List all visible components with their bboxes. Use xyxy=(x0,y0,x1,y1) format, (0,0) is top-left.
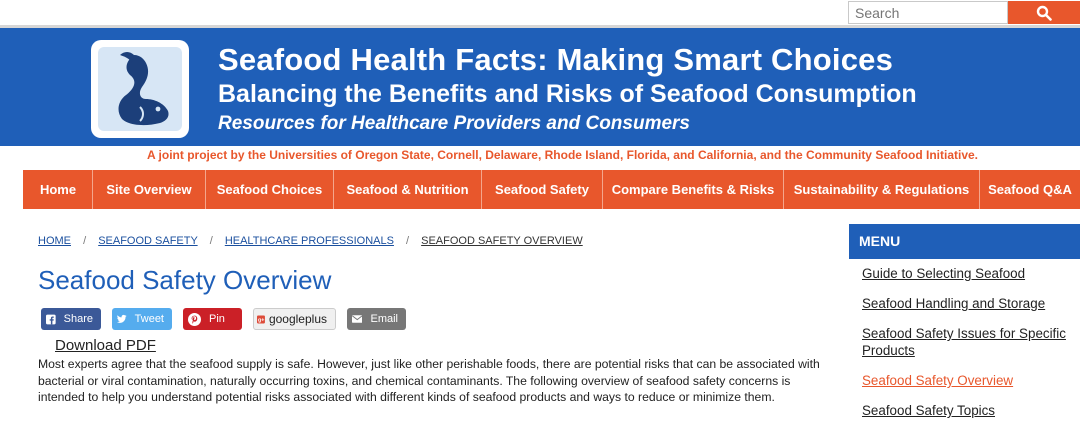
pinterest-icon xyxy=(188,312,201,326)
site-subtitle: Balancing the Benefits and Risks of Seaf… xyxy=(218,80,917,108)
nav-item-seafood-nutrition[interactable]: Seafood & Nutrition xyxy=(334,170,482,209)
site-title: Seafood Health Facts: Making Smart Choic… xyxy=(218,42,894,77)
sidebar-item-guide-selecting-seafood[interactable]: Guide to Selecting Seafood xyxy=(862,266,1025,281)
search-icon xyxy=(1036,5,1052,21)
sidebar-item: Seafood Safety Topics xyxy=(862,402,1076,419)
sidebar-item: Seafood Handling and Storage xyxy=(862,295,1076,312)
svg-text:g+: g+ xyxy=(258,317,264,323)
sidebar-item-specific-products[interactable]: Seafood Safety Issues for Specific Produ… xyxy=(862,326,1066,358)
search-form xyxy=(848,1,1080,24)
sidebar-menu: Guide to Selecting Seafood Seafood Handl… xyxy=(862,265,1076,432)
main-nav: Home Site Overview Seafood Choices Seafo… xyxy=(0,170,1080,209)
pinterest-share-label: Pin xyxy=(209,313,225,325)
nav-item-seafood-choices[interactable]: Seafood Choices xyxy=(206,170,334,209)
nav-item-compare-benefits-risks[interactable]: Compare Benefits & Risks xyxy=(603,170,784,209)
site-tagline: Resources for Healthcare Providers and C… xyxy=(218,113,691,134)
nav-item-seafood-safety[interactable]: Seafood Safety xyxy=(482,170,603,209)
nav-item-sustainability-regulations[interactable]: Sustainability & Regulations xyxy=(784,170,980,209)
breadcrumb-seafood-safety[interactable]: SEAFOOD SAFETY xyxy=(98,235,197,247)
breadcrumb-separator: / xyxy=(83,235,87,247)
fish-logo-icon xyxy=(98,47,182,131)
twitter-share-label: Tweet xyxy=(134,313,164,325)
page-title: Seafood Safety Overview xyxy=(38,265,332,295)
nav-item-site-overview[interactable]: Site Overview xyxy=(93,170,206,209)
nav-item-seafood-qa[interactable]: Seafood Q&A xyxy=(980,170,1080,209)
breadcrumb-separator: / xyxy=(209,235,213,247)
share-buttons: Share Tweet Pin g+ googleplus Email xyxy=(41,308,417,330)
breadcrumb-current: SEAFOOD SAFETY OVERVIEW xyxy=(421,235,583,247)
top-bar xyxy=(0,0,1080,26)
envelope-icon xyxy=(352,315,363,323)
sidebar-item: Seafood Safety Issues for Specific Produ… xyxy=(862,325,1076,359)
breadcrumb-healthcare-professionals[interactable]: HEALTHCARE PROFESSIONALS xyxy=(225,235,394,247)
search-input[interactable] xyxy=(848,1,1008,24)
download-pdf-link[interactable]: Download PDF xyxy=(55,337,156,354)
sidebar-item-safety-topics[interactable]: Seafood Safety Topics xyxy=(862,403,995,418)
site-logo[interactable] xyxy=(91,40,189,138)
facebook-share-label: Share xyxy=(63,313,93,325)
sidebar-item-safety-overview[interactable]: Seafood Safety Overview xyxy=(862,373,1013,388)
intro-paragraph: Most experts agree that the seafood supp… xyxy=(38,357,820,405)
breadcrumb-home[interactable]: HOME xyxy=(38,235,71,247)
header-banner: Seafood Health Facts: Making Smart Choic… xyxy=(0,25,1080,146)
googleplus-icon: g+ xyxy=(257,315,265,323)
twitter-share-button[interactable]: Tweet xyxy=(112,308,172,330)
email-share-button[interactable]: Email xyxy=(347,308,406,330)
nav-item-home[interactable]: Home xyxy=(24,170,93,209)
nav-spacer xyxy=(0,170,24,209)
sidebar-item-handling-storage[interactable]: Seafood Handling and Storage xyxy=(862,296,1045,311)
sidebar-menu-heading: MENU xyxy=(849,224,1080,259)
facebook-share-button[interactable]: Share xyxy=(41,308,101,330)
search-button[interactable] xyxy=(1008,1,1080,24)
breadcrumb-separator: / xyxy=(406,235,410,247)
googleplus-share-button[interactable]: g+ googleplus xyxy=(253,308,336,330)
googleplus-share-label: googleplus xyxy=(268,312,327,326)
sidebar-item: Seafood Safety Overview xyxy=(862,372,1076,389)
facebook-icon xyxy=(46,314,56,324)
email-share-label: Email xyxy=(370,313,398,325)
project-notice: A joint project by the Universities of O… xyxy=(146,148,979,162)
breadcrumb: HOME / SEAFOOD SAFETY / HEALTHCARE PROFE… xyxy=(38,235,583,247)
sidebar-item: Guide to Selecting Seafood xyxy=(862,265,1076,282)
pinterest-share-button[interactable]: Pin xyxy=(183,308,242,330)
twitter-icon xyxy=(117,314,127,323)
